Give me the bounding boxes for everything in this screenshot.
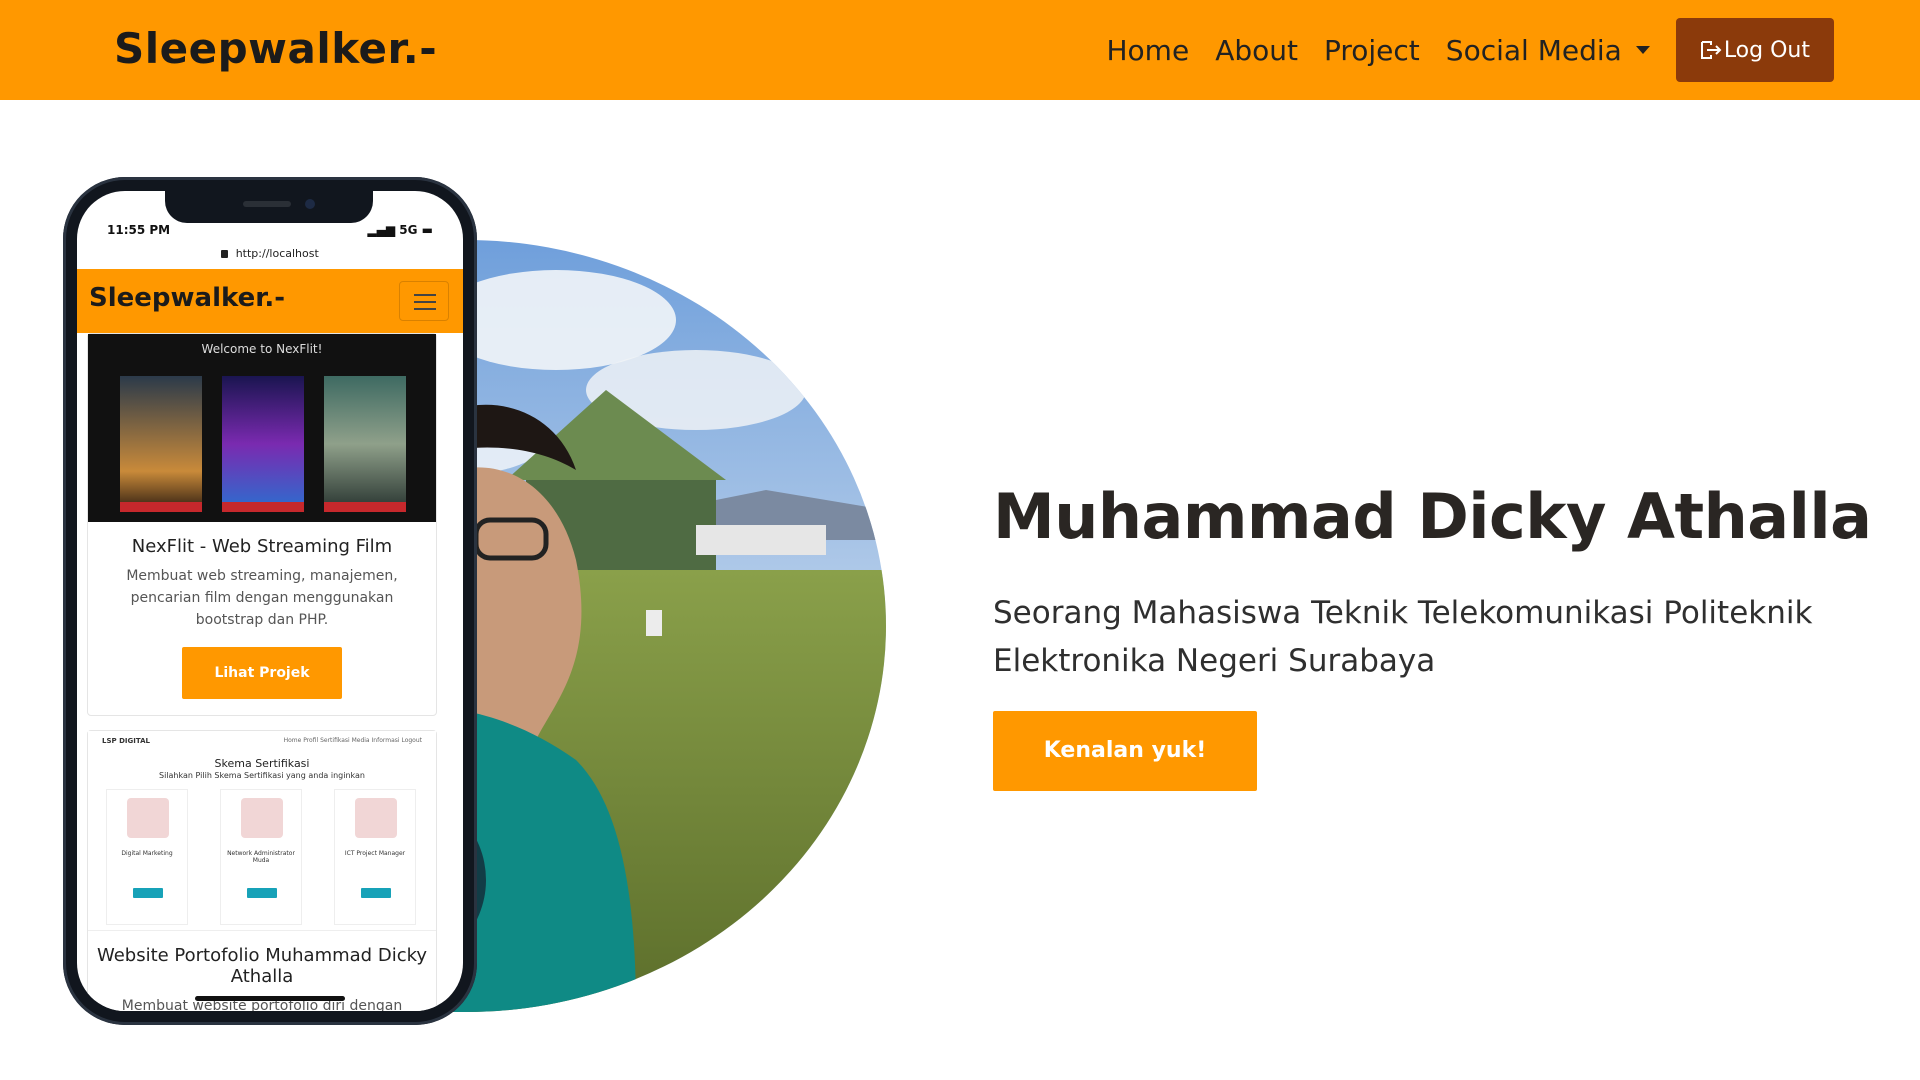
- mobile-content: Welcome to NexFlit! NexFlit - Web Stream…: [87, 333, 447, 1011]
- project-title: Website Portofolio Muhammad Dicky Athall…: [96, 945, 428, 987]
- project-description: Membuat web streaming, manajemen, pencar…: [126, 568, 398, 628]
- logout-icon: [1700, 41, 1722, 59]
- top-navbar: Sleepwalker.- Home About Project Social …: [0, 0, 1920, 100]
- mobile-navbar: Sleepwalker.-: [77, 269, 463, 333]
- home-indicator: [195, 996, 345, 1001]
- camera-icon: [305, 199, 315, 209]
- hero-subtitle: Seorang Mahasiswa Teknik Telekomunikasi …: [993, 595, 1813, 679]
- movie-poster: [222, 376, 304, 512]
- project-card: LSP DIGITAL Home Profil Sertifikasi Medi…: [87, 730, 437, 1011]
- signal-icon: ▂▄▆: [367, 223, 396, 237]
- nav-link-home[interactable]: Home: [1107, 34, 1190, 67]
- lock-icon: [221, 250, 229, 258]
- schema-button: [361, 888, 391, 898]
- illustration-icon: [355, 798, 397, 838]
- view-project-button[interactable]: Lihat Projek: [182, 647, 342, 699]
- schema-card: Digital Marketing: [106, 789, 188, 925]
- project-thumbnail: LSP DIGITAL Home Profil Sertifikasi Medi…: [88, 731, 436, 931]
- nav-links: Home About Project Social Media Log Out: [1107, 18, 1834, 82]
- project-title: NexFlit - Web Streaming Film: [131, 536, 393, 557]
- thumbnail-heading: Skema Sertifikasi: [214, 757, 310, 770]
- status-time: 11:55 PM: [107, 223, 171, 237]
- hero-title: Muhammad Dicky Athalla: [993, 480, 1872, 553]
- schema-card: Network Administrator Muda: [220, 789, 302, 925]
- movie-poster: [324, 376, 406, 512]
- speaker-icon: [243, 201, 291, 207]
- thumbnail-heading: Welcome to NexFlit!: [201, 342, 323, 356]
- thumbnail-logo: LSP DIGITAL: [102, 737, 150, 745]
- mobile-brand[interactable]: Sleepwalker.-: [89, 283, 285, 313]
- illustration-icon: [127, 798, 169, 838]
- logout-button[interactable]: Log Out: [1675, 18, 1834, 82]
- phone-mockup: 11:55 PM ▂▄▆ 5G ▬ http://localhost Sleep…: [63, 177, 477, 1025]
- schema-card: ICT Project Manager: [334, 789, 416, 925]
- schema-name: Digital Marketing: [121, 850, 173, 857]
- get-to-know-button[interactable]: Kenalan yuk!: [993, 711, 1257, 791]
- schema-name: Network Administrator Muda: [227, 850, 295, 864]
- nav-dropdown-social-media[interactable]: Social Media: [1446, 34, 1650, 67]
- hamburger-icon[interactable]: [399, 281, 449, 321]
- thumbnail-subheading: Silahkan Pilih Skema Sertifikasi yang an…: [159, 771, 365, 780]
- brand-logo[interactable]: Sleepwalker.-: [114, 24, 437, 73]
- project-thumbnail: Welcome to NexFlit!: [88, 334, 436, 522]
- url-text: http://localhost: [235, 247, 319, 260]
- schema-button: [133, 888, 163, 898]
- status-signal: ▂▄▆ 5G ▬: [367, 223, 433, 237]
- battery-icon: ▬: [421, 223, 433, 237]
- logout-label: Log Out: [1723, 37, 1810, 63]
- address-bar[interactable]: http://localhost: [77, 247, 463, 260]
- phone-screen: 11:55 PM ▂▄▆ 5G ▬ http://localhost Sleep…: [77, 191, 463, 1011]
- illustration-icon: [241, 798, 283, 838]
- nav-link-about[interactable]: About: [1215, 34, 1298, 67]
- network-label: 5G: [399, 223, 418, 237]
- status-bar: 11:55 PM ▂▄▆ 5G ▬: [107, 223, 433, 237]
- hero-section: Muhammad Dicky Athalla Seorang Mahasiswa…: [993, 480, 1873, 791]
- caret-down-icon: [1635, 46, 1650, 54]
- nav-dropdown-label: Social Media: [1445, 33, 1622, 67]
- schema-name: ICT Project Manager: [344, 850, 406, 857]
- movie-poster: [120, 376, 202, 512]
- project-card: Welcome to NexFlit! NexFlit - Web Stream…: [87, 333, 437, 716]
- nav-link-project[interactable]: Project: [1324, 34, 1420, 67]
- phone-notch: [165, 191, 373, 223]
- schema-button: [247, 888, 277, 898]
- thumbnail-menu: Home Profil Sertifikasi Media Informasi …: [283, 737, 422, 744]
